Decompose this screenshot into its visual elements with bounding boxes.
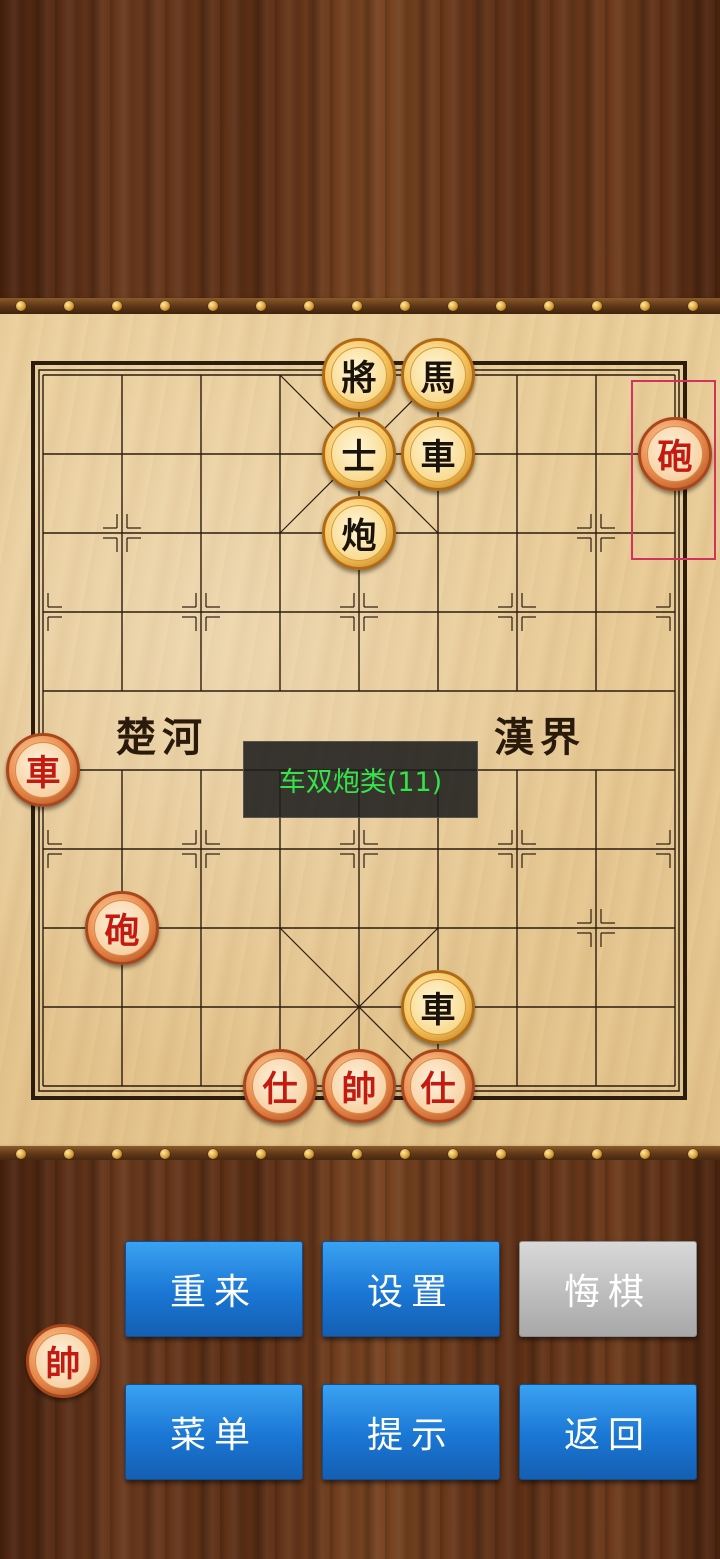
rail-stud [640,301,650,311]
toast-text: 车双炮类(11) [278,767,443,798]
piece-char: 士 [341,436,377,478]
piece-char: 馬 [420,357,456,399]
rail-stud [352,301,362,311]
rail-stud [208,1149,218,1159]
rail-stud [640,1149,650,1159]
piece-char: 炮 [341,515,377,557]
rail-stud [688,301,698,311]
undo-button[interactable]: 悔棋 [519,1241,697,1337]
red-piece[interactable]: 仕 [243,1049,317,1123]
rail-stud [256,301,266,311]
river-label-han: 漢界 [494,714,586,761]
red-piece[interactable]: 帥 [322,1049,396,1123]
rail-stud [592,301,602,311]
rail-stud [496,1149,506,1159]
river-label-chu: 楚河 [116,714,208,761]
hint-button[interactable]: 提示 [322,1384,500,1480]
red-piece[interactable]: 砲 [85,891,159,965]
rail-stud [400,301,410,311]
piece-char: 將 [341,357,377,399]
rail-stud [304,1149,314,1159]
black-piece[interactable]: 車 [401,970,475,1044]
black-piece[interactable]: 將 [322,338,396,412]
red-piece[interactable]: 車 [6,733,80,807]
piece-char: 車 [25,752,61,794]
black-piece[interactable]: 馬 [401,338,475,412]
rail-stud [352,1149,362,1159]
puzzle-category-toast: 车双炮类(11) [243,741,478,818]
selected-piece-highlight [631,380,716,560]
piece-char: 砲 [104,910,140,952]
menu-button[interactable]: 菜单 [125,1384,303,1480]
restart-button[interactable]: 重来 [125,1241,303,1337]
rail-stud [688,1149,698,1159]
rail-stud [544,1149,554,1159]
piece-char: 車 [420,989,456,1031]
rail-stud [256,1149,266,1159]
rail-stud [544,301,554,311]
rail-stud [496,301,506,311]
rail-stud [64,1149,74,1159]
turn-indicator-char: 帥 [45,1343,81,1385]
piece-char: 仕 [420,1068,456,1110]
rail-stud [400,1149,410,1159]
red-piece[interactable]: 仕 [401,1049,475,1123]
board-top-rail [0,298,720,314]
bottom-wood-background [0,1160,720,1559]
rail-stud [304,301,314,311]
rail-stud [208,301,218,311]
rail-stud [112,301,122,311]
rail-stud [64,301,74,311]
rail-stud [448,1149,458,1159]
rail-stud [112,1149,122,1159]
back-button[interactable]: 返回 [519,1384,697,1480]
rail-stud [448,301,458,311]
black-piece[interactable]: 炮 [322,496,396,570]
black-piece[interactable]: 士 [322,417,396,491]
rail-stud [16,301,26,311]
piece-char: 帥 [341,1068,377,1110]
rail-stud [160,301,170,311]
turn-indicator-piece: 帥 [26,1324,100,1398]
piece-char: 車 [420,436,456,478]
rail-stud [16,1149,26,1159]
rail-stud [160,1149,170,1159]
piece-char: 仕 [262,1068,298,1110]
top-wood-background [0,0,720,300]
black-piece[interactable]: 車 [401,417,475,491]
rail-stud [592,1149,602,1159]
settings-button[interactable]: 设置 [322,1241,500,1337]
